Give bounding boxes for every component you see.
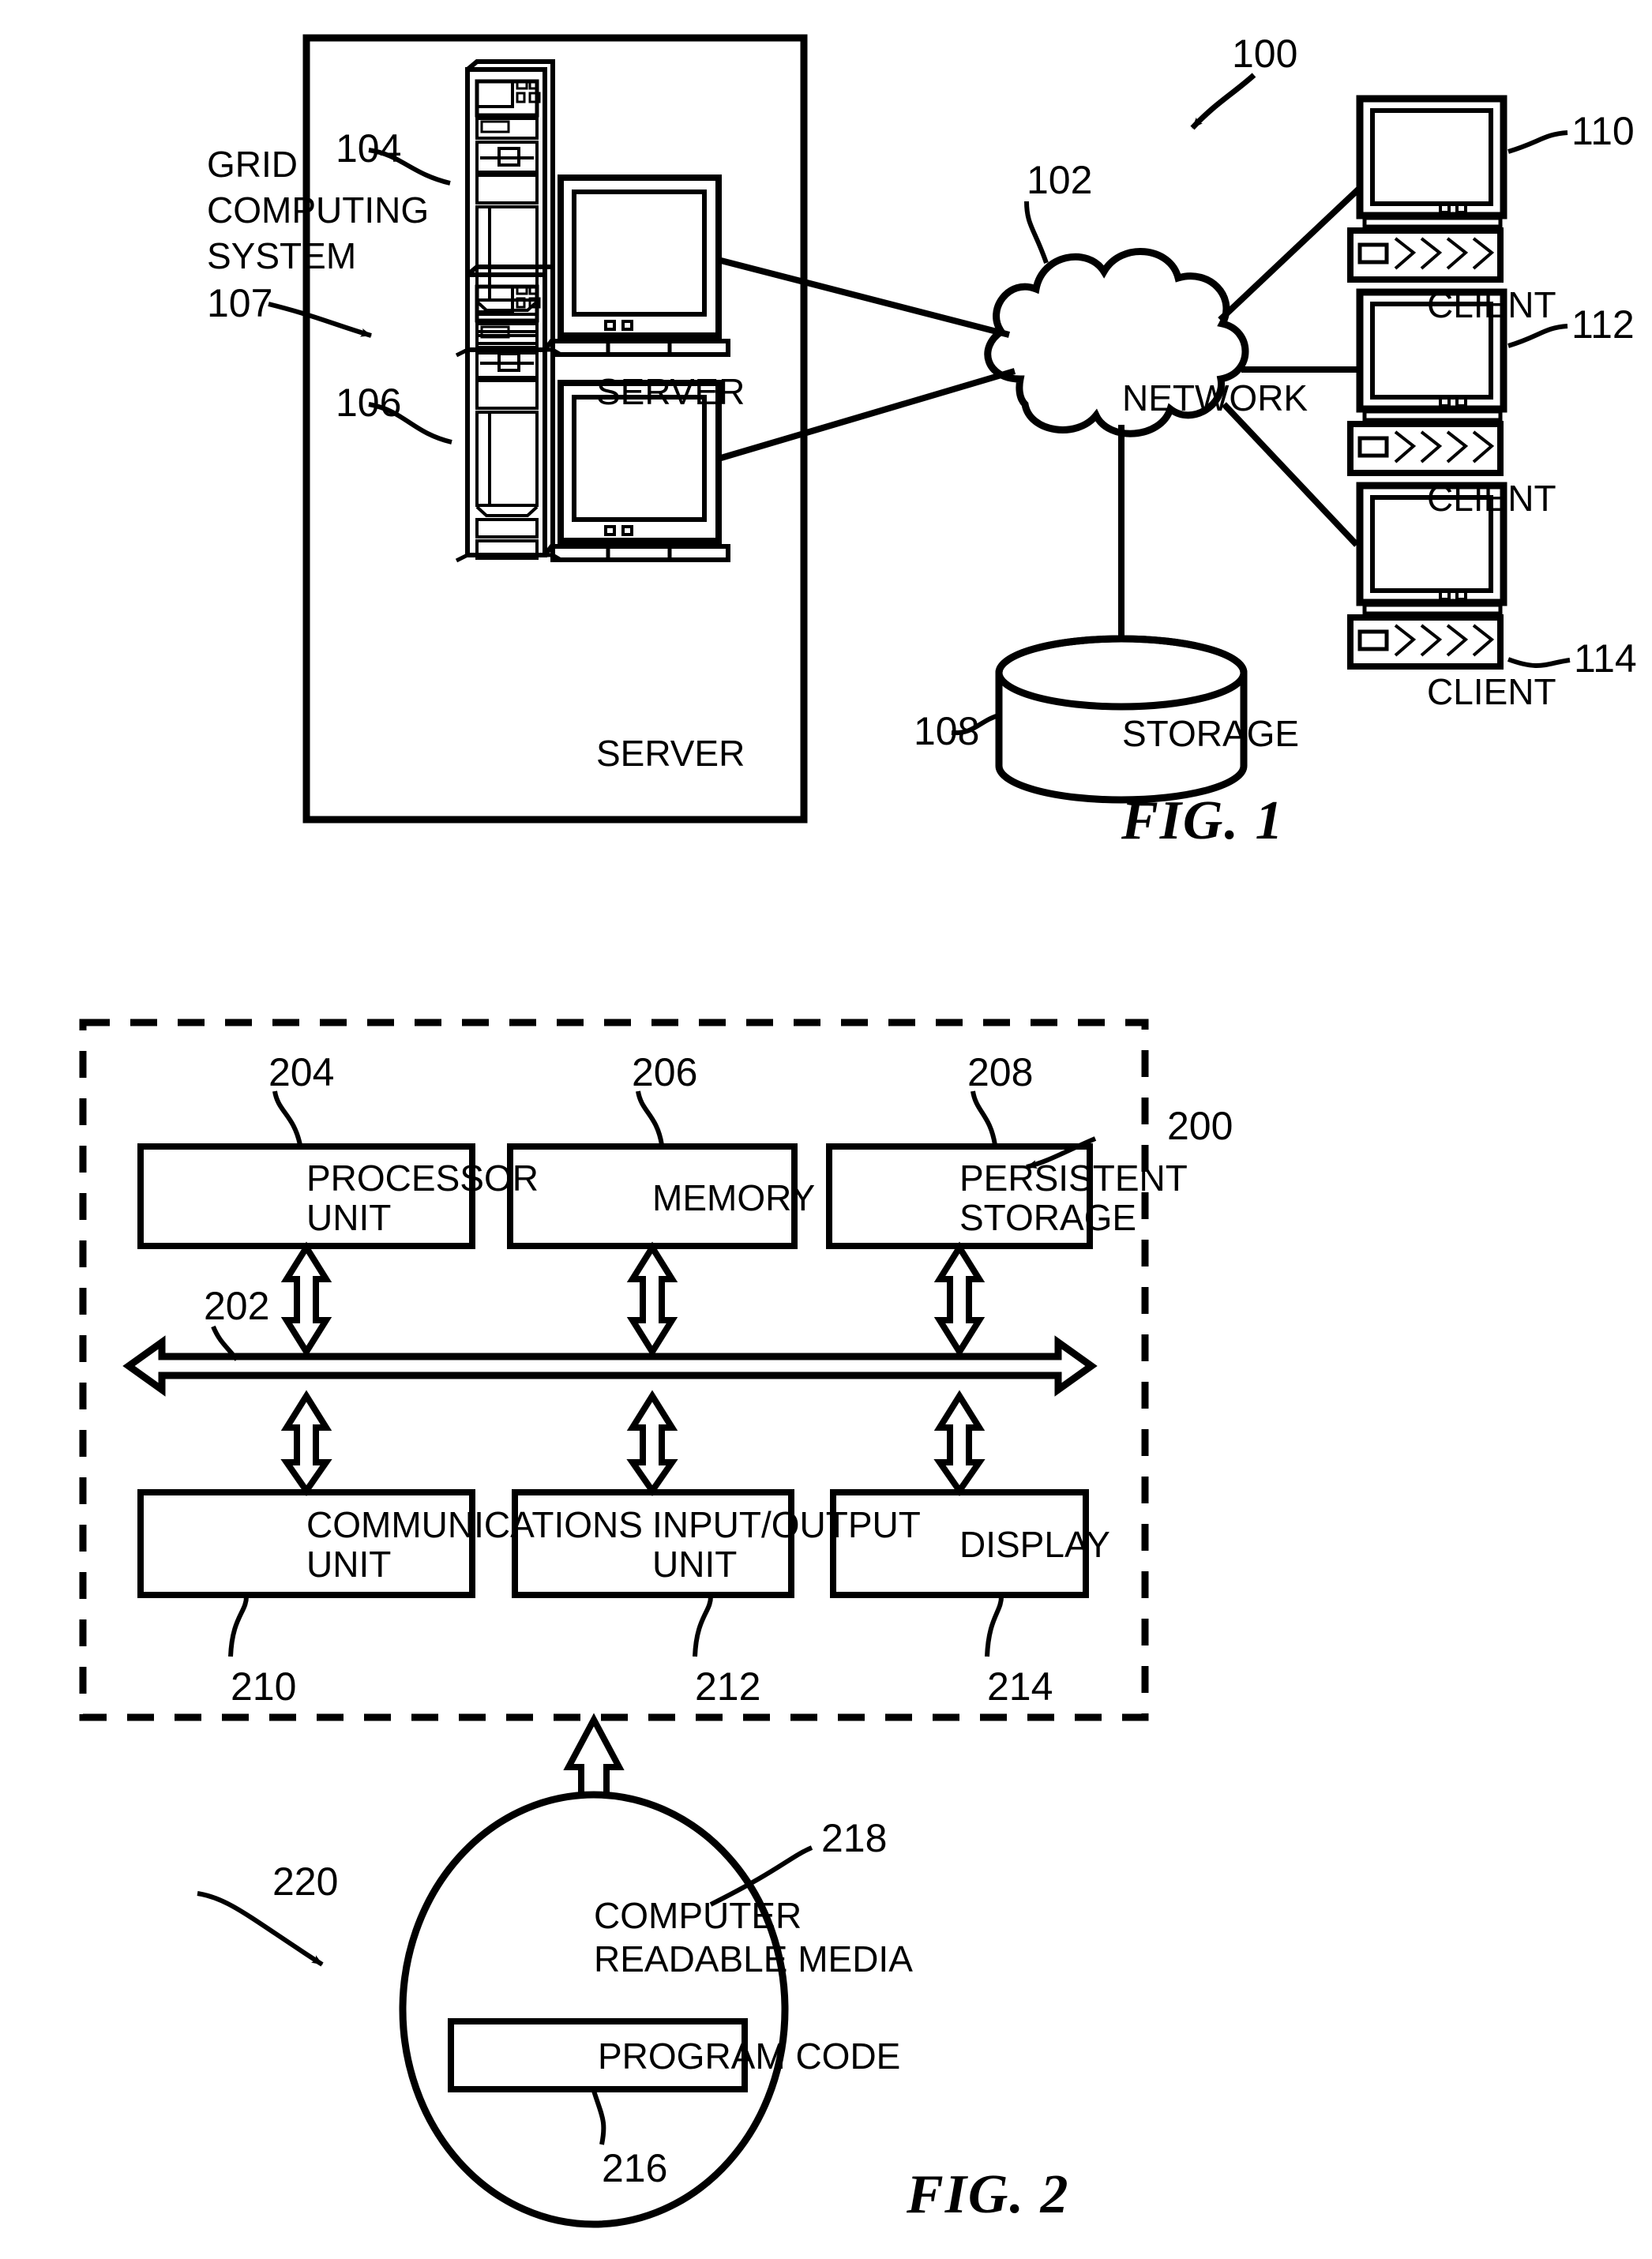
leader-112 (1507, 324, 1568, 348)
patent-drawing-sheet: GRID COMPUTING SYSTEM 107 104 SERVER 106… (0, 0, 1652, 2259)
leader-100 (1190, 73, 1256, 130)
leader-212 (693, 1596, 713, 1657)
ref-114: 114 (1574, 636, 1637, 681)
ref-100: 100 (1232, 32, 1298, 76)
leader-114 (1507, 657, 1571, 668)
ref-200: 200 (1167, 1104, 1233, 1148)
link-network-client110 (1218, 186, 1362, 322)
leader-206 (636, 1090, 664, 1146)
leader-204 (272, 1090, 302, 1146)
drawing-vector-layer (79, 34, 1571, 2228)
leader-214 (985, 1596, 1004, 1657)
link-network-client114 (1222, 402, 1359, 547)
ref-110: 110 (1571, 109, 1635, 153)
link-server106-network (719, 368, 1016, 461)
ref-218: 218 (821, 1816, 888, 1860)
leader-210 (228, 1596, 249, 1657)
client-110 (1347, 95, 1507, 283)
computer-readable-media-ellipse (399, 1791, 789, 2228)
leader-208 (971, 1090, 997, 1146)
leader-102 (1024, 201, 1049, 264)
leader-107 (268, 302, 372, 338)
ref-220: 220 (272, 1859, 339, 1904)
ref-112: 112 (1571, 302, 1635, 347)
server-106-tower (455, 265, 564, 563)
leader-110 (1507, 130, 1568, 154)
server-104-monitor (550, 174, 730, 357)
system-bus (122, 1335, 1098, 1397)
link-server104-network (720, 257, 1010, 338)
